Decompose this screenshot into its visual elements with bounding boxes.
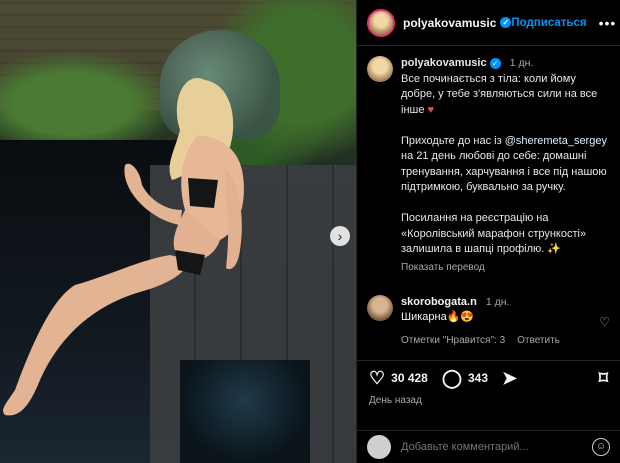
- show-translation-link[interactable]: Показать перевод: [401, 260, 610, 276]
- caption-avatar[interactable]: [367, 56, 393, 82]
- comment-meta: Отметки "Нравится": 3 Ответить: [401, 333, 591, 348]
- author-username[interactable]: polyakovamusic ✓: [403, 16, 512, 30]
- share-icon[interactable]: ➤: [502, 369, 517, 387]
- comments-count: 343: [468, 371, 489, 385]
- comment-body: skorobogata.n 1 дн. Шикарна🔥😍 Отметки "Н…: [401, 295, 591, 348]
- action-row: ♡ 30 428 ◯ 343 ➤ ⌑: [369, 369, 608, 387]
- add-comment-input[interactable]: [401, 441, 582, 453]
- current-user-avatar: [367, 435, 391, 459]
- caption-time[interactable]: 1 дн.: [510, 57, 534, 69]
- comment-username[interactable]: skorobogata.n: [401, 296, 477, 308]
- comment-likes-link[interactable]: Отметки "Нравится": 3: [401, 333, 505, 348]
- caption-paragraph-2-start: Приходьте до нас із: [401, 134, 505, 147]
- more-options-icon[interactable]: •••: [599, 15, 617, 31]
- caption-username[interactable]: polyakovamusic: [401, 57, 487, 69]
- photo-person: [3, 78, 244, 416]
- mention-link[interactable]: @sheremeta_sergey: [505, 135, 607, 147]
- caption-paragraph-3: Посилання на реєстрацію на «Королівський…: [401, 212, 587, 255]
- comments-section[interactable]: polyakovamusic ✓ 1 дн. Все починається з…: [357, 46, 620, 360]
- post-header: polyakovamusic ✓ Подписаться •••: [357, 0, 620, 46]
- comment-text: Шикарна🔥😍: [401, 311, 475, 323]
- post-photo[interactable]: ›: [0, 0, 356, 463]
- caption-text: polyakovamusic ✓ 1 дн. Все починається з…: [401, 56, 610, 275]
- carousel-next-button[interactable]: ›: [330, 226, 350, 246]
- comment-like-icon[interactable]: ♡: [599, 315, 610, 329]
- post-side-panel: polyakovamusic ✓ Подписаться ••• polyako…: [356, 0, 620, 463]
- author-avatar[interactable]: [367, 8, 395, 37]
- bookmark-icon[interactable]: ⌑: [599, 369, 608, 387]
- comment-icon[interactable]: ◯: [442, 369, 462, 387]
- verified-badge-icon: ✓: [500, 17, 512, 28]
- reply-button[interactable]: Ответить: [517, 333, 560, 348]
- comment-avatar[interactable]: [367, 295, 393, 321]
- heart-emoji-icon: ♥: [427, 103, 435, 116]
- post-actions: ♡ 30 428 ◯ 343 ➤ ⌑ День назад: [357, 360, 620, 430]
- add-comment-bar: ☺: [357, 430, 620, 463]
- caption-verified-icon: ✓: [489, 58, 501, 69]
- emoji-picker-icon[interactable]: ☺: [592, 438, 610, 456]
- likes-count[interactable]: 30 428: [391, 371, 428, 385]
- caption-paragraph-2-end: на 21 день любові до себе: домашні трену…: [401, 150, 607, 193]
- follow-button[interactable]: Подписаться: [511, 17, 586, 29]
- post-date[interactable]: День назад: [369, 395, 608, 406]
- comment-item: skorobogata.n 1 дн. Шикарна🔥😍 Отметки "Н…: [367, 295, 610, 348]
- caption: polyakovamusic ✓ 1 дн. Все починається з…: [367, 56, 610, 275]
- author-username-text[interactable]: polyakovamusic: [403, 16, 496, 30]
- comment-time[interactable]: 1 дн.: [486, 296, 510, 308]
- like-icon[interactable]: ♡: [369, 369, 385, 387]
